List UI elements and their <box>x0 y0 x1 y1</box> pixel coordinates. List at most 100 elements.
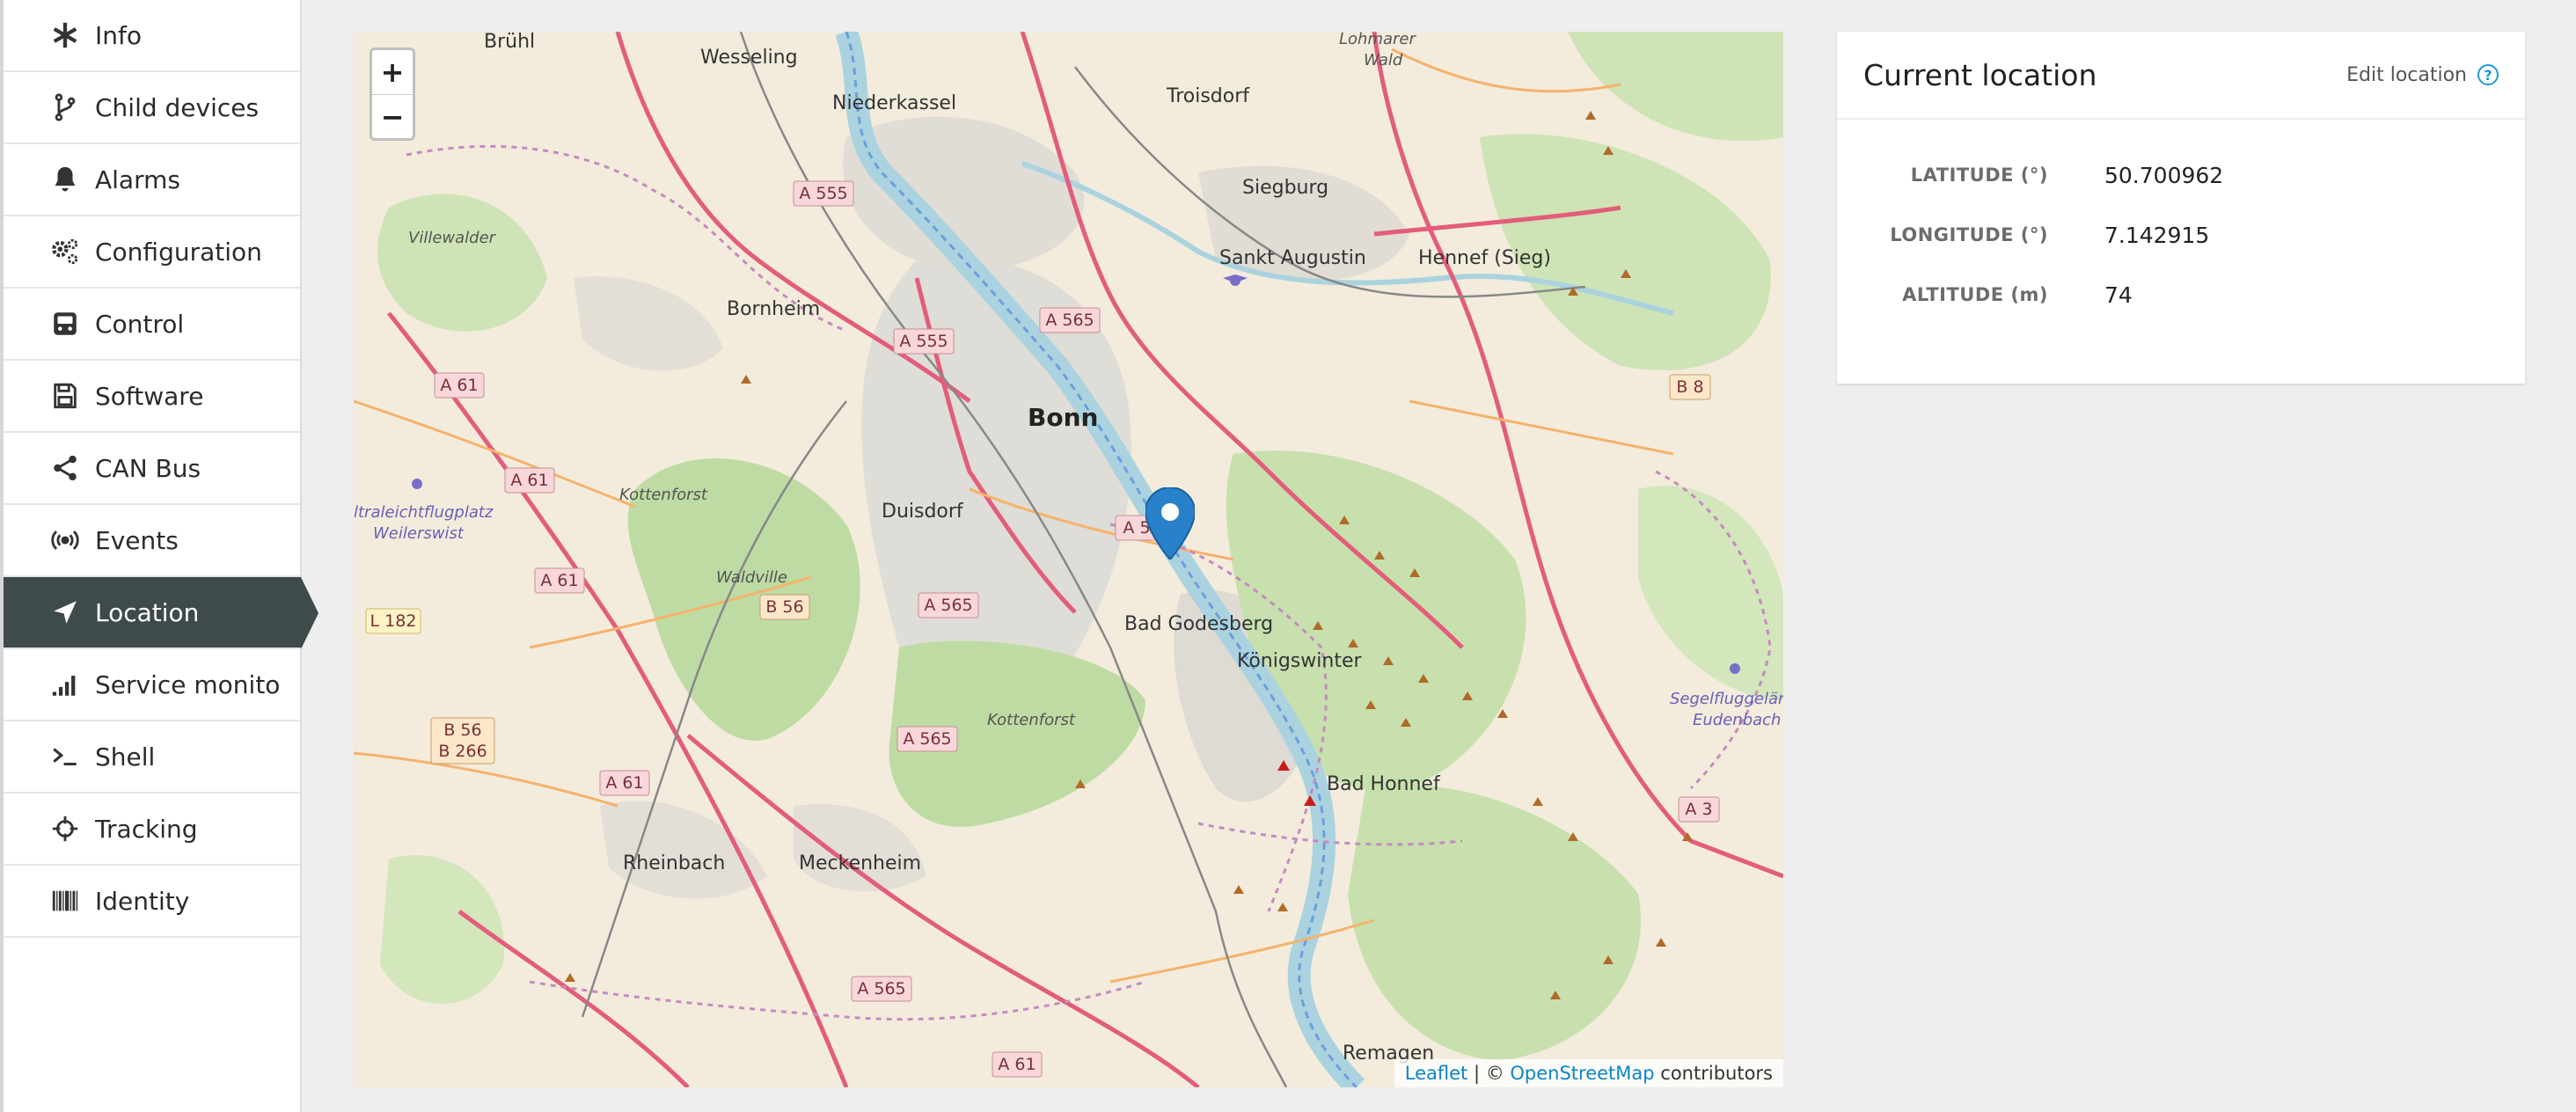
road-shield-label: B 8 <box>1676 377 1703 397</box>
sidebar-item-configuration[interactable]: Configuration <box>4 216 300 289</box>
road-shield-label: A 3 <box>1685 800 1712 819</box>
crosshair-icon <box>48 811 83 846</box>
terminal-prompt-icon <box>48 739 83 774</box>
location-marker-icon[interactable] <box>1145 487 1195 560</box>
sidebar-item-label: Tracking <box>95 814 198 844</box>
attribution-suffix: contributors <box>1654 1063 1773 1084</box>
broadcast-icon <box>48 523 83 558</box>
edit-location-link[interactable]: Edit location ? <box>2346 64 2499 86</box>
road-shield-label: A 61 <box>510 471 548 490</box>
latitude-row: LATITUDE (°) 50.700962 <box>1837 153 2525 197</box>
place-label: Hennef (Sieg) <box>1418 247 1551 269</box>
place-label: ltraleichtflugplatz <box>354 503 494 522</box>
sidebar-item-label: Service monito... <box>95 669 280 699</box>
sidebar-item-can-bus[interactable]: CAN Bus <box>4 433 300 505</box>
sidebar-item-identity[interactable]: Identity <box>4 866 300 938</box>
sidebar-item-child-devices[interactable]: Child devices <box>4 72 300 144</box>
map-tiles: A 555 A 555 A 565 A 61 A 61 A 61 B 56 L … <box>354 32 1783 1087</box>
sidebar-item-service-monitoring[interactable]: Service monito... <box>4 649 300 721</box>
altitude-label: ALTITUDE (m) <box>1902 284 2048 305</box>
card-header: Current location Edit location ? <box>1837 32 2525 120</box>
asterisk-icon <box>48 18 83 53</box>
share-nodes-icon <box>48 450 83 486</box>
gears-icon <box>48 234 83 269</box>
road-shield-label: A 555 <box>799 184 847 203</box>
sidebar-item-label: Events <box>95 525 179 555</box>
place-label: Siegburg <box>1242 177 1328 199</box>
road-shield-label: B 266 <box>438 742 487 761</box>
sidebar-item-control[interactable]: Control <box>4 289 300 361</box>
sidebar-item-label: CAN Bus <box>95 453 201 483</box>
place-label: Rheinbach <box>623 852 725 874</box>
place-label: Wesseling <box>700 47 798 69</box>
place-label: Duisdorf <box>882 501 964 523</box>
sidebar-item-label: Configuration <box>95 237 262 267</box>
control-panel-icon <box>48 306 83 341</box>
place-label: Villewalder <box>408 229 497 247</box>
place-label: Bonn <box>1028 403 1098 432</box>
device-sidebar: Info Child devices Alarms Configuration … <box>0 0 318 1112</box>
zoom-in-button[interactable]: + <box>372 50 413 94</box>
sidebar-item-shell[interactable]: Shell <box>4 721 300 794</box>
road-shield-label: A 61 <box>540 571 578 590</box>
sidebar-item-label: Software <box>95 381 204 411</box>
bell-icon <box>48 162 83 197</box>
edit-location-label: Edit location <box>2346 63 2467 86</box>
road-shield-label: A 565 <box>924 596 972 615</box>
barcode-icon <box>48 883 83 918</box>
longitude-value: 7.142915 <box>2104 222 2210 248</box>
current-location-card: Current location Edit location ? LATITUD… <box>1837 32 2525 384</box>
place-label: Lohmarer <box>1339 32 1416 48</box>
place-label: Bad Godesberg <box>1124 613 1273 635</box>
place-label: Bornheim <box>727 298 820 320</box>
place-label: Weilerswist <box>373 524 465 543</box>
road-shield-label: A 61 <box>440 376 478 395</box>
help-icon[interactable]: ? <box>2477 64 2499 85</box>
openstreetmap-link[interactable]: OpenStreetMap <box>1510 1063 1654 1084</box>
sidebar-item-location[interactable]: Location <box>4 577 318 649</box>
altitude-row: ALTITUDE (m) 74 <box>1837 273 2525 317</box>
sidebar-item-tracking[interactable]: Tracking <box>4 794 300 866</box>
sidebar-item-label: Location <box>95 597 200 627</box>
floppy-disk-icon <box>48 378 83 413</box>
place-label: Brühl <box>484 32 535 53</box>
road-shield-label: A 565 <box>903 729 951 749</box>
card-title: Current location <box>1863 57 2097 92</box>
location-arrow-icon <box>48 595 83 630</box>
attribution-separator: | © <box>1467 1063 1511 1084</box>
altitude-value: 74 <box>2104 282 2133 308</box>
sidebar-item-software[interactable]: Software <box>4 361 300 433</box>
sidebar-item-alarms[interactable]: Alarms <box>4 144 300 216</box>
place-label: Kottenforst <box>619 486 708 504</box>
place-label: Königswinter <box>1237 650 1362 672</box>
sidebar-item-label: Info <box>95 20 142 50</box>
sidebar-item-label: Alarms <box>95 165 180 194</box>
map-attribution: Leaflet | © OpenStreetMap contributors <box>1394 1059 1783 1087</box>
road-shield-label: A 565 <box>857 979 905 999</box>
place-label: Segelfluggelän <box>1670 690 1783 708</box>
zoom-out-button[interactable]: − <box>372 94 413 138</box>
signal-bars-icon <box>48 667 83 702</box>
latitude-value: 50.700962 <box>2104 162 2224 188</box>
place-label: Kottenforst <box>987 711 1076 729</box>
place-label: Meckenheim <box>799 852 921 874</box>
road-shield-label: B 56 <box>765 597 803 617</box>
road-shield-label: A 61 <box>998 1055 1036 1074</box>
leaflet-link[interactable]: Leaflet <box>1405 1063 1468 1084</box>
place-label: Sankt Augustin <box>1219 247 1366 269</box>
road-shield-label: L 182 <box>370 611 417 631</box>
sidebar-item-info[interactable]: Info <box>4 0 300 72</box>
place-label: Waldville <box>716 568 787 587</box>
place-label: Eudenbach <box>1693 711 1781 729</box>
longitude-label: LONGITUDE (°) <box>1890 224 2048 245</box>
road-shield-label: B 56 <box>443 721 481 740</box>
place-label: Wald <box>1364 51 1403 70</box>
place-label: Troisdorf <box>1166 85 1250 107</box>
map-zoom-control: + − <box>370 48 415 141</box>
sidebar-item-label: Child devices <box>95 92 260 122</box>
location-map[interactable]: A 555 A 555 A 565 A 61 A 61 A 61 B 56 L … <box>354 32 1783 1087</box>
branch-icon <box>48 90 83 125</box>
sidebar-item-label: Shell <box>95 742 156 772</box>
latitude-label: LATITUDE (°) <box>1910 165 2048 186</box>
sidebar-item-events[interactable]: Events <box>4 505 300 577</box>
